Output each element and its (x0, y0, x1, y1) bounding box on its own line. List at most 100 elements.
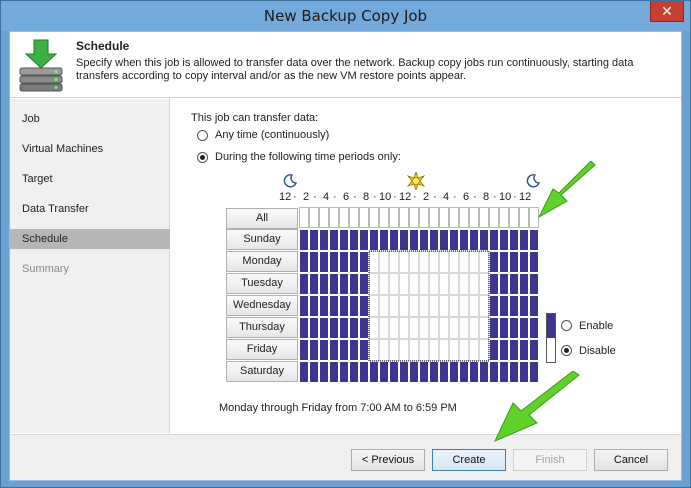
schedule-cell[interactable] (349, 361, 359, 383)
schedule-cell[interactable] (449, 251, 459, 273)
schedule-cell[interactable] (359, 339, 369, 361)
schedule-cell[interactable] (439, 295, 449, 317)
hour-column-header[interactable] (469, 207, 479, 228)
hour-column-header[interactable] (349, 207, 359, 228)
schedule-cell[interactable] (419, 273, 429, 295)
schedule-cell[interactable] (329, 251, 339, 273)
schedule-cell[interactable] (389, 251, 399, 273)
schedule-cell[interactable] (489, 251, 499, 273)
schedule-grid[interactable]: All Sunday Monday Tuesday Wednesday Thursday… (226, 207, 546, 387)
schedule-cell[interactable] (499, 229, 509, 251)
schedule-cell[interactable] (349, 317, 359, 339)
schedule-cell[interactable] (449, 273, 459, 295)
schedule-cell[interactable] (309, 295, 319, 317)
schedule-cell[interactable] (379, 273, 389, 295)
schedule-cell[interactable] (409, 339, 419, 361)
schedule-cell[interactable] (459, 229, 469, 251)
schedule-cell[interactable] (329, 273, 339, 295)
schedule-cell[interactable] (299, 339, 309, 361)
hour-column-header[interactable] (389, 207, 399, 228)
schedule-cell[interactable] (299, 273, 309, 295)
schedule-cell[interactable] (439, 229, 449, 251)
schedule-cell[interactable] (369, 317, 379, 339)
schedule-cell[interactable] (359, 295, 369, 317)
schedule-cell[interactable] (339, 229, 349, 251)
disable-label[interactable]: Disable (579, 345, 616, 357)
schedule-cell[interactable] (399, 229, 409, 251)
schedule-cell[interactable] (479, 339, 489, 361)
schedule-cell[interactable] (359, 251, 369, 273)
schedule-cell[interactable] (429, 339, 439, 361)
schedule-cell[interactable] (439, 273, 449, 295)
schedule-cell[interactable] (409, 251, 419, 273)
schedule-cell[interactable] (319, 361, 329, 383)
schedule-cell[interactable] (479, 273, 489, 295)
schedule-cell[interactable] (389, 317, 399, 339)
schedule-cell[interactable] (459, 273, 469, 295)
schedule-cell[interactable] (329, 339, 339, 361)
schedule-cell[interactable] (399, 339, 409, 361)
schedule-cell[interactable] (299, 317, 309, 339)
schedule-cell[interactable] (379, 339, 389, 361)
schedule-cell[interactable] (309, 251, 319, 273)
schedule-cell[interactable] (509, 295, 519, 317)
hour-column-header[interactable] (489, 207, 499, 228)
schedule-cell[interactable] (399, 317, 409, 339)
hour-column-header[interactable] (329, 207, 339, 228)
schedule-cell[interactable] (399, 251, 409, 273)
schedule-cell[interactable] (419, 295, 429, 317)
schedule-cell[interactable] (519, 317, 529, 339)
enable-radio[interactable] (561, 320, 572, 331)
schedule-cell[interactable] (509, 273, 519, 295)
schedule-cell[interactable] (309, 361, 319, 383)
schedule-cell[interactable] (409, 317, 419, 339)
schedule-cell[interactable] (319, 273, 329, 295)
schedule-cell[interactable] (329, 317, 339, 339)
sidebar-item-target[interactable]: Target (10, 169, 170, 189)
schedule-cell[interactable] (429, 251, 439, 273)
schedule-cell[interactable] (459, 339, 469, 361)
hour-column-header[interactable] (479, 207, 489, 228)
schedule-cell[interactable] (519, 295, 529, 317)
schedule-cell[interactable] (389, 339, 399, 361)
schedule-cell[interactable] (529, 339, 539, 361)
hour-column-header[interactable] (339, 207, 349, 228)
schedule-cell[interactable] (319, 295, 329, 317)
day-button-friday[interactable]: Friday (226, 339, 298, 360)
schedule-cell[interactable] (519, 273, 529, 295)
schedule-cell[interactable] (339, 273, 349, 295)
all-button[interactable]: All (226, 208, 298, 229)
hour-column-header[interactable] (419, 207, 429, 228)
schedule-cell[interactable] (389, 361, 399, 383)
schedule-cell[interactable] (349, 251, 359, 273)
schedule-cell[interactable] (509, 317, 519, 339)
hour-column-header[interactable] (429, 207, 439, 228)
schedule-cell[interactable] (359, 361, 369, 383)
day-button-monday[interactable]: Monday (226, 251, 298, 272)
schedule-cell[interactable] (519, 339, 529, 361)
schedule-cell[interactable] (449, 295, 459, 317)
schedule-cell[interactable] (489, 229, 499, 251)
schedule-cell[interactable] (329, 295, 339, 317)
schedule-cell[interactable] (339, 339, 349, 361)
schedule-cell[interactable] (429, 229, 439, 251)
schedule-cell[interactable] (479, 295, 489, 317)
schedule-cell[interactable] (349, 339, 359, 361)
sidebar-item-virtual-machines[interactable]: Virtual Machines (10, 139, 170, 159)
schedule-cell[interactable] (389, 273, 399, 295)
schedule-cell[interactable] (379, 251, 389, 273)
schedule-cell[interactable] (479, 317, 489, 339)
schedule-cell[interactable] (509, 251, 519, 273)
schedule-cell[interactable] (489, 317, 499, 339)
schedule-cell[interactable] (369, 295, 379, 317)
schedule-cell[interactable] (419, 317, 429, 339)
day-button-thursday[interactable]: Thursday (226, 317, 298, 338)
cancel-button[interactable]: Cancel (594, 449, 668, 471)
schedule-cell[interactable] (369, 273, 379, 295)
hour-column-header[interactable] (449, 207, 459, 228)
schedule-cell[interactable] (429, 361, 439, 383)
day-button-saturday[interactable]: Saturday (226, 361, 298, 382)
schedule-cell[interactable] (479, 251, 489, 273)
hour-column-header[interactable] (309, 207, 319, 228)
schedule-cell[interactable] (439, 339, 449, 361)
